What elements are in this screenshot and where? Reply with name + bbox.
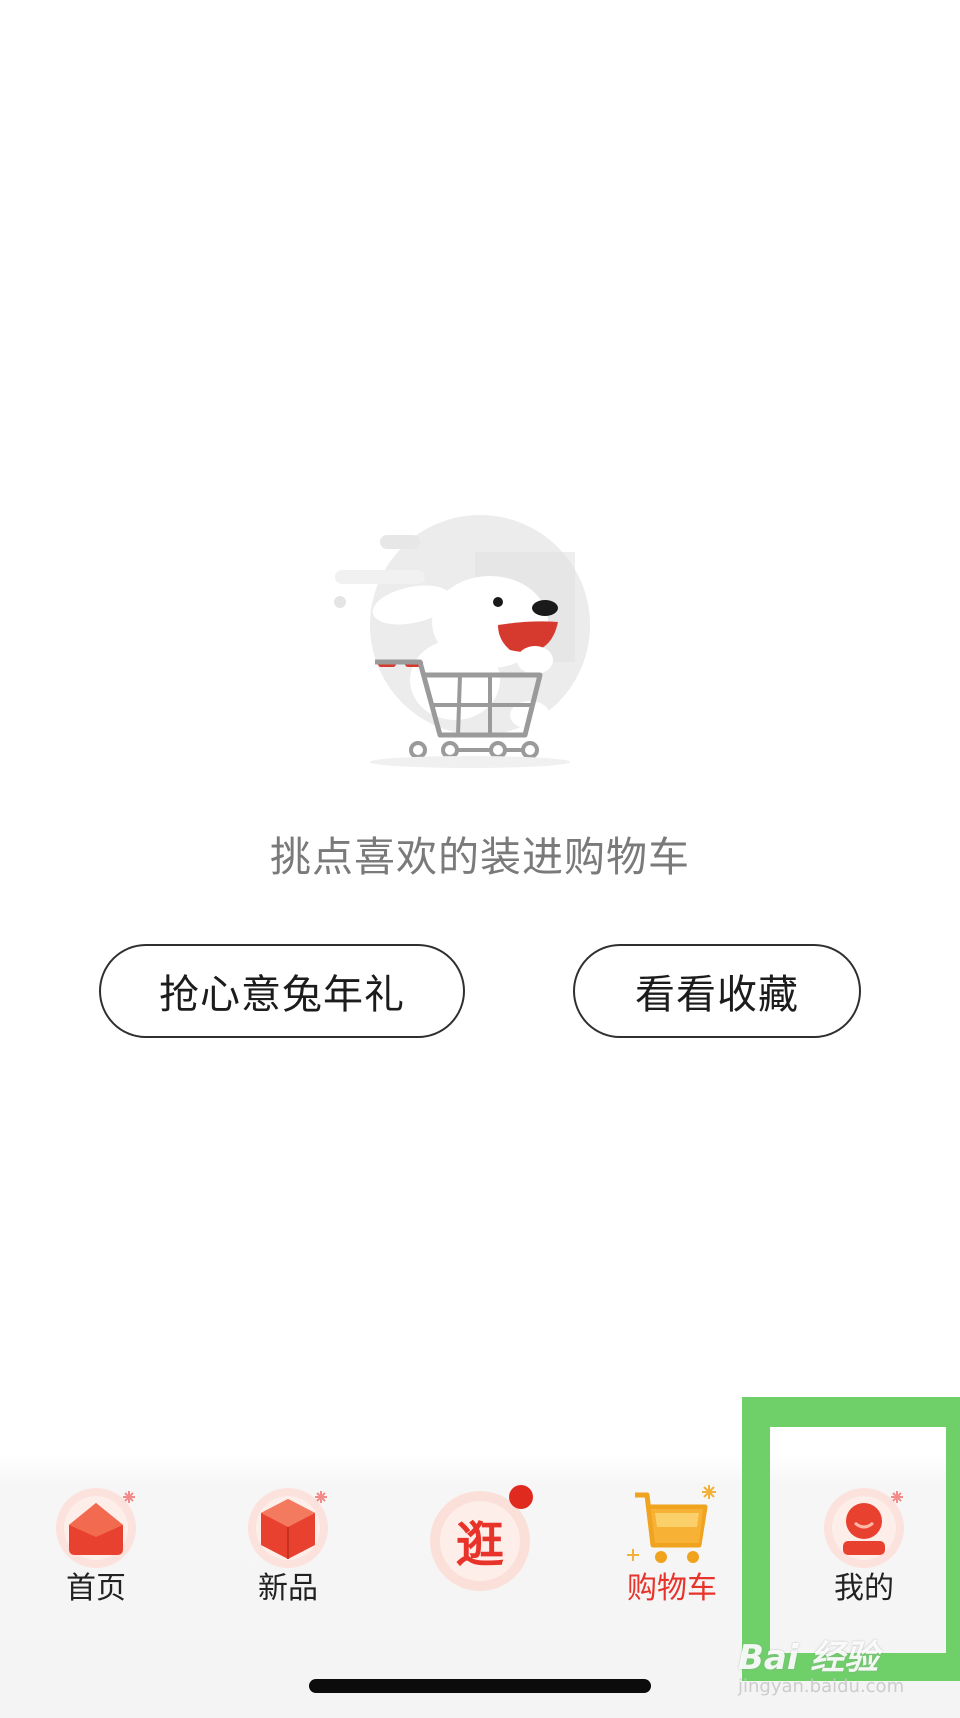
view-favorites-button[interactable]: 看看收藏: [573, 944, 861, 1038]
empty-cart-illustration: [330, 510, 600, 770]
shopping-cart-icon: [627, 1483, 717, 1573]
home-house-icon: [51, 1483, 141, 1573]
tab-cart[interactable]: 购物车: [576, 1455, 768, 1635]
tab-me-label: 我的: [834, 1571, 894, 1606]
cart-page: 挑点喜欢的装进购物车 抢心意兔年礼 看看收藏 首页 新品 逛 购物车 我的 Ba…: [0, 0, 960, 1718]
tab-stroll[interactable]: 逛: [384, 1455, 576, 1635]
profile-icon: [819, 1483, 909, 1573]
tab-home-label: 首页: [66, 1571, 126, 1606]
empty-cart-message: 挑点喜欢的装进购物车: [270, 833, 690, 881]
new-cube-icon: [243, 1483, 333, 1573]
stroll-icon: 逛: [425, 1483, 535, 1593]
tab-new[interactable]: 新品: [192, 1455, 384, 1635]
tab-home[interactable]: 首页: [0, 1455, 192, 1635]
tab-new-label: 新品: [258, 1571, 318, 1606]
tab-me[interactable]: 我的: [768, 1455, 960, 1635]
stroll-badge-dot: [509, 1485, 533, 1509]
rabbit-year-gift-button[interactable]: 抢心意兔年礼: [99, 944, 465, 1038]
stroll-icon-label: 逛: [456, 1517, 504, 1573]
tab-cart-label: 购物车: [627, 1571, 717, 1606]
home-indicator[interactable]: [309, 1679, 651, 1693]
